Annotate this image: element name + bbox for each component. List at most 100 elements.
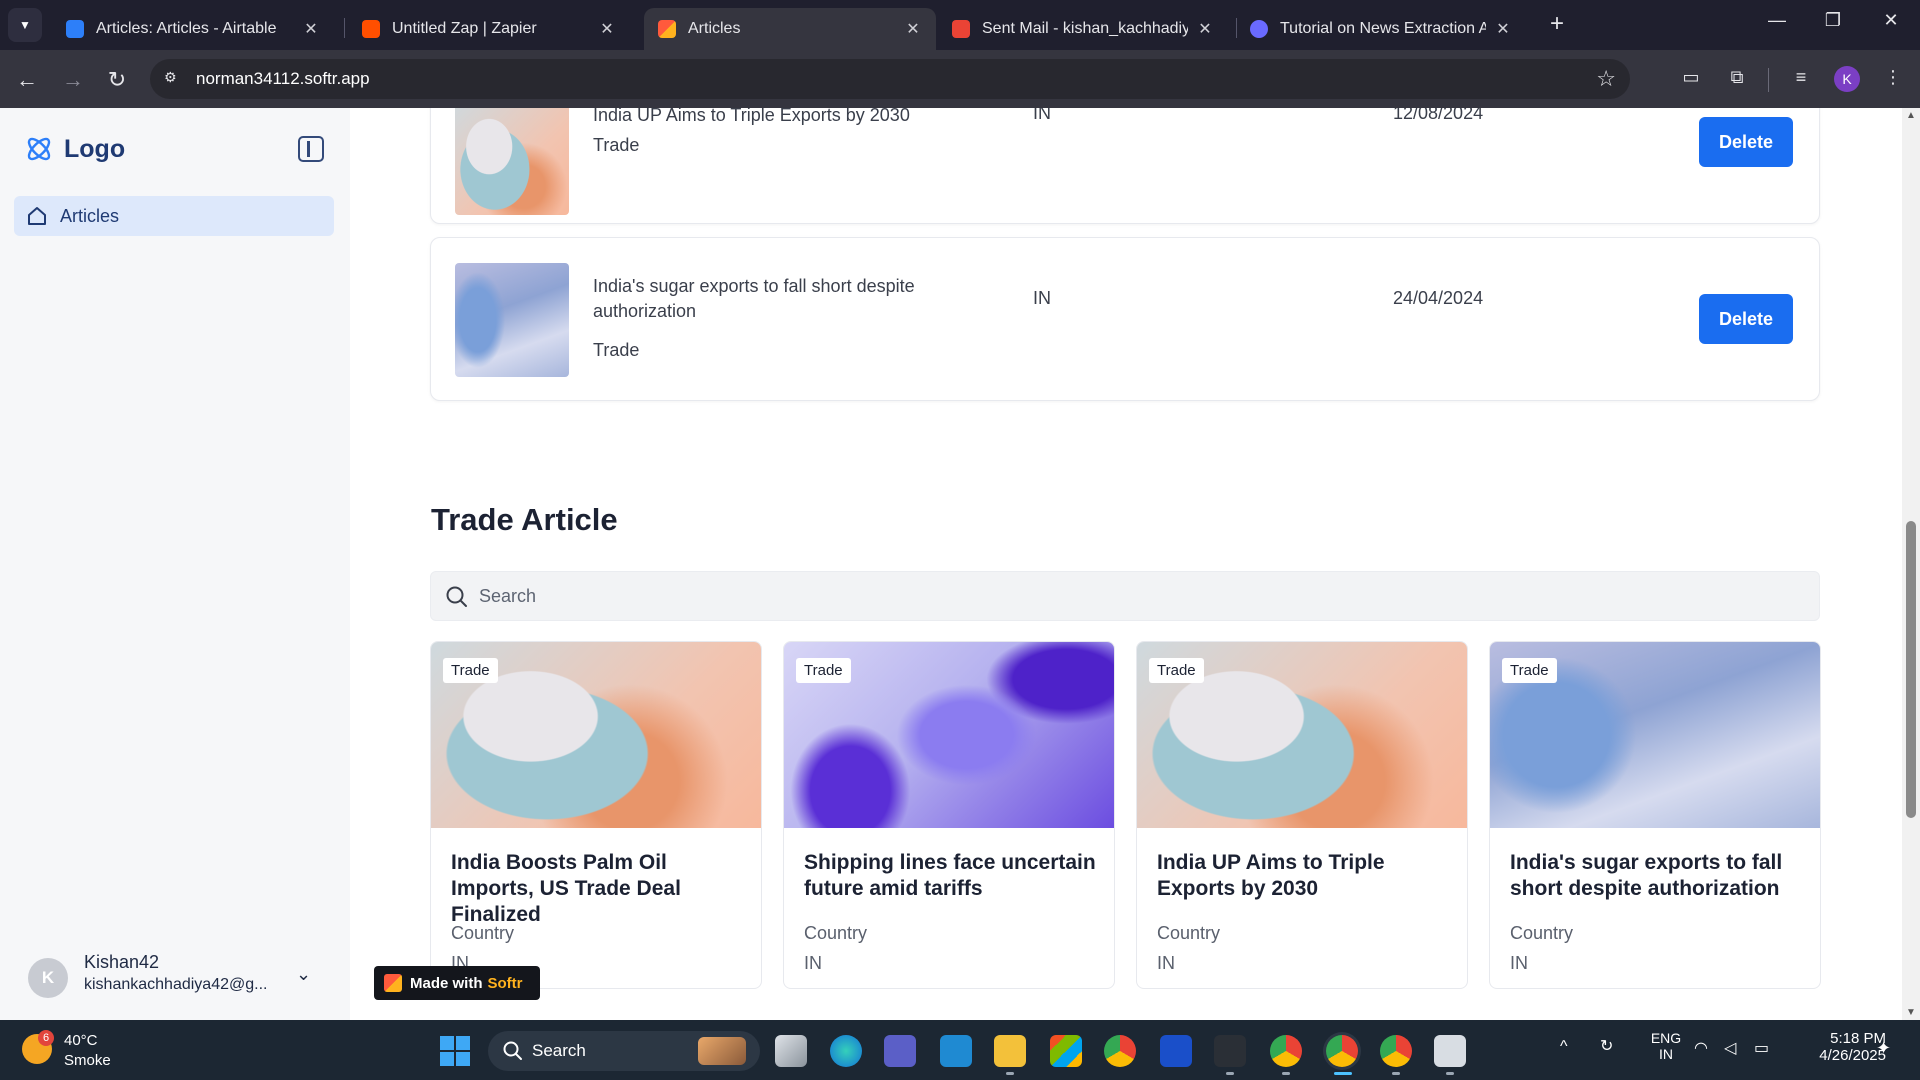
tab-articles[interactable]: Articles ✕ bbox=[644, 8, 936, 50]
search-box[interactable] bbox=[430, 571, 1820, 621]
snipping-tool-icon[interactable] bbox=[1434, 1035, 1466, 1067]
site-settings-icon[interactable]: ⚙ bbox=[164, 69, 184, 89]
article-card[interactable]: Trade India UP Aims to Triple Exports by… bbox=[1136, 641, 1468, 989]
badge-brand: Softr bbox=[487, 974, 523, 992]
article-card[interactable]: Trade India's sugar exports to fall shor… bbox=[1489, 641, 1821, 989]
close-tab-icon[interactable]: ✕ bbox=[302, 19, 320, 39]
teams-icon[interactable] bbox=[884, 1035, 916, 1067]
app-running-indicator bbox=[1006, 1072, 1014, 1075]
article-title: India UP Aims to Triple Exports by 2030 bbox=[593, 108, 910, 125]
card-tag: Trade bbox=[796, 658, 851, 683]
scrollbar-thumb[interactable] bbox=[1906, 521, 1916, 818]
app-active-indicator bbox=[1334, 1072, 1352, 1075]
user-menu[interactable]: K Kishan42 kishankachhadiya42@g... ⌄ bbox=[28, 950, 328, 1008]
main-content: India UP Aims to Triple Exports by 2030 … bbox=[350, 108, 1902, 1020]
search-highlight-icon bbox=[698, 1037, 746, 1065]
airtable-favicon-icon bbox=[66, 20, 84, 38]
minimize-icon[interactable]: — bbox=[1762, 10, 1792, 31]
tab-gmail[interactable]: Sent Mail - kishan_kachhadiya@ ✕ bbox=[938, 8, 1228, 50]
terminal-icon[interactable] bbox=[1214, 1035, 1246, 1067]
app-running-indicator bbox=[1282, 1072, 1290, 1075]
sync-icon[interactable]: ↻ bbox=[1600, 1036, 1613, 1056]
app-logo[interactable]: Logo bbox=[24, 134, 125, 164]
volume-icon[interactable]: ◁ bbox=[1724, 1038, 1736, 1058]
address-bar[interactable]: ⚙ norman34112.softr.app ☆ bbox=[150, 59, 1630, 99]
wifi-icon[interactable]: ◠ bbox=[1694, 1038, 1708, 1058]
forward-button[interactable]: → bbox=[58, 66, 88, 94]
chrome-profile-active-icon[interactable] bbox=[1326, 1035, 1358, 1067]
card-tag: Trade bbox=[1149, 658, 1204, 683]
taskbar-clock[interactable]: 5:18 PM 4/26/2025 bbox=[1790, 1030, 1886, 1064]
article-tag: Trade bbox=[593, 340, 640, 360]
collapse-sidebar-icon[interactable] bbox=[298, 136, 324, 162]
sidebar-item-articles[interactable]: Articles bbox=[14, 196, 334, 236]
new-tab-button[interactable]: + bbox=[1542, 10, 1572, 40]
close-tab-icon[interactable]: ✕ bbox=[904, 19, 922, 39]
search-input[interactable] bbox=[479, 572, 1779, 620]
windows-start-icon[interactable] bbox=[440, 1036, 470, 1066]
chrome-icon[interactable] bbox=[1104, 1035, 1136, 1067]
gmail-favicon-icon bbox=[952, 20, 970, 38]
tray-overflow-icon[interactable]: ^ bbox=[1560, 1038, 1568, 1056]
atom-logo-icon bbox=[27, 137, 51, 161]
tab-title: Tutorial on News Extraction Aut bbox=[1280, 20, 1486, 37]
edge-browser-icon[interactable] bbox=[830, 1035, 862, 1067]
vscode-icon[interactable] bbox=[940, 1035, 972, 1067]
media-controls-icon[interactable]: ≡ bbox=[1788, 67, 1814, 91]
bookmark-star-icon[interactable]: ☆ bbox=[1596, 66, 1616, 92]
card-title: India UP Aims to Triple Exports by 2030 bbox=[1157, 851, 1385, 900]
chrome-profile-icon[interactable] bbox=[1270, 1035, 1302, 1067]
card-country-label: Country bbox=[804, 923, 868, 943]
maximize-icon[interactable]: ❐ bbox=[1818, 10, 1848, 31]
close-tab-icon[interactable]: ✕ bbox=[598, 19, 616, 39]
page-scrollbar[interactable]: ▲ ▼ bbox=[1902, 108, 1920, 1020]
extensions-icon[interactable]: ⧉ bbox=[1724, 67, 1750, 91]
tab-airtable[interactable]: Articles: Articles - Airtable ✕ bbox=[52, 8, 334, 50]
taskbar-search[interactable]: Search bbox=[488, 1031, 760, 1071]
scroll-up-icon[interactable]: ▲ bbox=[1905, 110, 1917, 121]
delete-button[interactable]: Delete bbox=[1699, 294, 1793, 344]
url-text: norman34112.softr.app bbox=[196, 69, 370, 88]
file-explorer-icon[interactable] bbox=[994, 1035, 1026, 1067]
weather-temp: 40°C bbox=[64, 1032, 98, 1049]
clock-time: 5:18 PM bbox=[1830, 1030, 1886, 1047]
microsoft-store-icon[interactable] bbox=[1050, 1035, 1082, 1067]
close-window-icon[interactable]: ✕ bbox=[1876, 10, 1906, 31]
card-country-label: Country bbox=[1510, 923, 1574, 943]
chrome-profile-icon[interactable] bbox=[1380, 1035, 1412, 1067]
tab-zapier[interactable]: Untitled Zap | Zapier ✕ bbox=[348, 8, 630, 50]
softr-logo-icon bbox=[384, 974, 402, 992]
language-line2: IN bbox=[1659, 1046, 1673, 1062]
delete-button[interactable]: Delete bbox=[1699, 117, 1793, 167]
tab-tutorial[interactable]: Tutorial on News Extraction Aut ✕ bbox=[1236, 8, 1526, 50]
gear-favicon-icon bbox=[1250, 20, 1268, 38]
back-button[interactable]: ← bbox=[12, 66, 42, 94]
sidepanel-icon[interactable]: ▭ bbox=[1678, 67, 1704, 91]
tab-search-button[interactable]: ▼ bbox=[8, 8, 42, 42]
windows-taskbar: 6 40°C Smoke Search ^ ↻ ENG IN ◠ ◁ ▭ 5:1… bbox=[0, 1020, 1920, 1080]
close-tab-icon[interactable]: ✕ bbox=[1494, 19, 1512, 39]
battery-icon[interactable]: ▭ bbox=[1754, 1038, 1769, 1058]
chevron-down-icon[interactable]: ⌄ bbox=[296, 964, 311, 985]
l-app-icon[interactable] bbox=[1160, 1035, 1192, 1067]
article-card[interactable]: Trade Shipping lines face uncertain futu… bbox=[783, 641, 1115, 989]
clock-date: 4/26/2025 bbox=[1819, 1047, 1886, 1064]
close-tab-icon[interactable]: ✕ bbox=[1196, 19, 1214, 39]
avatar: K bbox=[28, 958, 68, 998]
language-indicator[interactable]: ENG IN bbox=[1646, 1030, 1686, 1062]
scroll-down-icon[interactable]: ▼ bbox=[1905, 1007, 1917, 1018]
article-card[interactable]: Trade India Boosts Palm Oil Imports, US … bbox=[430, 641, 762, 989]
browser-menu-icon[interactable]: ⋮ bbox=[1880, 67, 1906, 91]
tab-title: Articles bbox=[688, 20, 741, 37]
card-country-value: IN bbox=[804, 953, 822, 973]
profile-avatar[interactable]: K bbox=[1834, 66, 1860, 92]
article-date: 24/04/2024 bbox=[1393, 288, 1484, 308]
card-country-label: Country bbox=[1157, 923, 1221, 943]
reload-button[interactable]: ↻ bbox=[102, 66, 132, 94]
notification-bell-icon[interactable]: ✦ bbox=[1876, 1038, 1891, 1059]
made-with-softr-badge[interactable]: Made with Softr bbox=[374, 966, 540, 1000]
tab-title: Untitled Zap | Zapier bbox=[392, 20, 537, 37]
task-view-icon[interactable] bbox=[775, 1035, 807, 1067]
card-country-value: IN bbox=[1510, 953, 1528, 973]
browser-toolbar: ← → ↻ ⚙ norman34112.softr.app ☆ ▭ ⧉ ≡ K … bbox=[0, 50, 1920, 108]
